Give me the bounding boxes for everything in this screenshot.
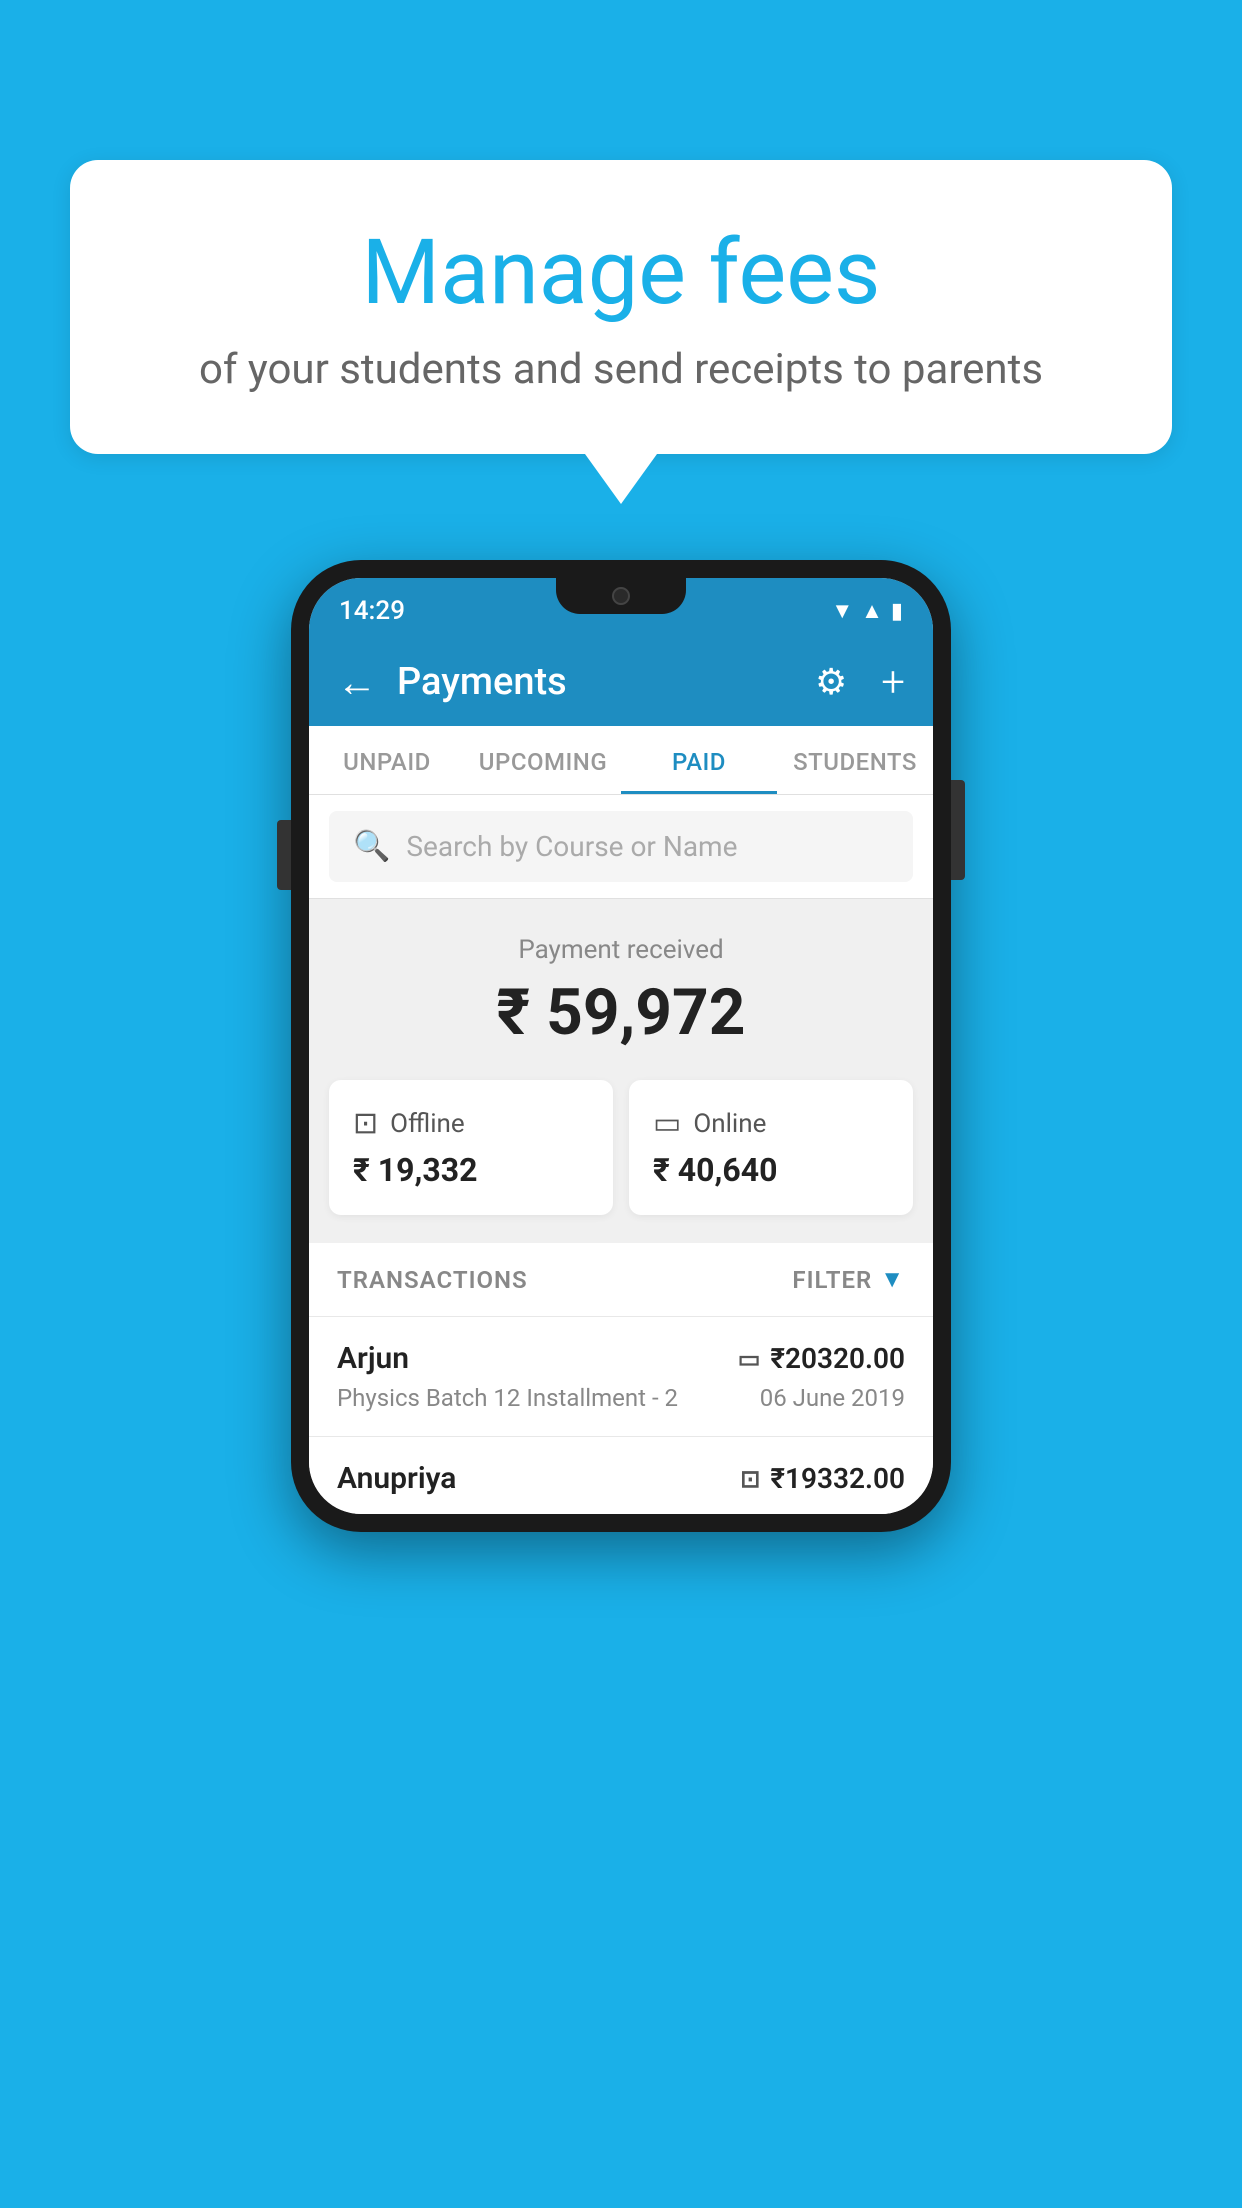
tab-students[interactable]: STUDENTS xyxy=(777,726,933,794)
payment-received-label: Payment received xyxy=(329,935,913,965)
online-payment-card: ▭ Online ₹ 40,640 xyxy=(629,1080,913,1215)
offline-label: Offline xyxy=(390,1109,465,1139)
amount-cell: ⊡ ₹19332.00 xyxy=(740,1462,905,1495)
offline-icon: ⊡ xyxy=(353,1106,378,1141)
rupee-payment-icon: ⊡ xyxy=(740,1465,760,1493)
offline-payment-card: ⊡ Offline ₹ 19,332 xyxy=(329,1080,613,1215)
add-button[interactable]: + xyxy=(881,658,905,707)
online-icon: ▭ xyxy=(653,1106,681,1141)
speech-bubble-wrapper: Manage fees of your students and send re… xyxy=(70,160,1172,504)
filter-label: FILTER xyxy=(792,1266,872,1294)
app-header: ← Payments ⚙ + xyxy=(309,638,933,726)
bubble-arrow xyxy=(585,454,657,504)
phone-notch xyxy=(556,578,686,614)
search-container: 🔍 Search by Course or Name xyxy=(309,795,933,899)
card-payment-icon: ▭ xyxy=(738,1345,761,1373)
battery-icon: ▮ xyxy=(891,599,903,624)
signal-icon: ▲ xyxy=(861,598,883,624)
settings-icon[interactable]: ⚙ xyxy=(815,661,847,703)
date-info: 06 June 2019 xyxy=(760,1384,905,1412)
payment-cards: ⊡ Offline ₹ 19,332 ▭ Online ₹ 40,640 xyxy=(309,1080,933,1243)
table-row[interactable]: Anupriya ⊡ ₹19332.00 xyxy=(309,1437,933,1514)
transaction-amount: ₹19332.00 xyxy=(770,1462,905,1495)
online-amount: ₹ 40,640 xyxy=(653,1151,889,1189)
offline-amount: ₹ 19,332 xyxy=(353,1151,589,1189)
transaction-amount: ₹20320.00 xyxy=(770,1342,905,1375)
phone-outer: 14:29 ▼ ▲ ▮ ← Payments ⚙ + UNPAID xyxy=(291,560,951,1532)
amount-cell: ▭ ₹20320.00 xyxy=(738,1342,905,1375)
status-time: 14:29 xyxy=(339,596,405,626)
filter-button[interactable]: FILTER ▼ xyxy=(792,1265,905,1294)
search-input[interactable]: Search by Course or Name xyxy=(406,830,737,863)
student-name: Arjun xyxy=(337,1341,409,1376)
bubble-subtitle: of your students and send receipts to pa… xyxy=(150,345,1092,394)
filter-icon: ▼ xyxy=(880,1265,905,1294)
student-name: Anupriya xyxy=(337,1461,456,1496)
transactions-header: TRANSACTIONS FILTER ▼ xyxy=(309,1243,933,1317)
course-info: Physics Batch 12 Installment - 2 xyxy=(337,1384,678,1412)
search-box[interactable]: 🔍 Search by Course or Name xyxy=(329,811,913,882)
phone-screen: 14:29 ▼ ▲ ▮ ← Payments ⚙ + UNPAID xyxy=(309,578,933,1514)
total-payment-amount: ₹ 59,972 xyxy=(329,975,913,1050)
online-label: Online xyxy=(693,1109,766,1139)
page-title: Payments xyxy=(397,660,795,704)
table-row[interactable]: Arjun ▭ ₹20320.00 Physics Batch 12 Insta… xyxy=(309,1317,933,1437)
transactions-label: TRANSACTIONS xyxy=(337,1266,528,1294)
back-button[interactable]: ← xyxy=(337,659,377,706)
bubble-title: Manage fees xyxy=(150,220,1092,325)
search-icon: 🔍 xyxy=(353,829,390,864)
tab-unpaid[interactable]: UNPAID xyxy=(309,726,465,794)
front-camera xyxy=(612,587,630,605)
tab-upcoming[interactable]: UPCOMING xyxy=(465,726,621,794)
status-icons: ▼ ▲ ▮ xyxy=(831,598,903,624)
phone-mockup: 14:29 ▼ ▲ ▮ ← Payments ⚙ + UNPAID xyxy=(291,560,951,1532)
speech-bubble: Manage fees of your students and send re… xyxy=(70,160,1172,454)
payment-summary: Payment received ₹ 59,972 xyxy=(309,899,933,1080)
wifi-icon: ▼ xyxy=(831,598,853,624)
tabs-container: UNPAID UPCOMING PAID STUDENTS xyxy=(309,726,933,795)
tab-paid[interactable]: PAID xyxy=(621,726,777,794)
